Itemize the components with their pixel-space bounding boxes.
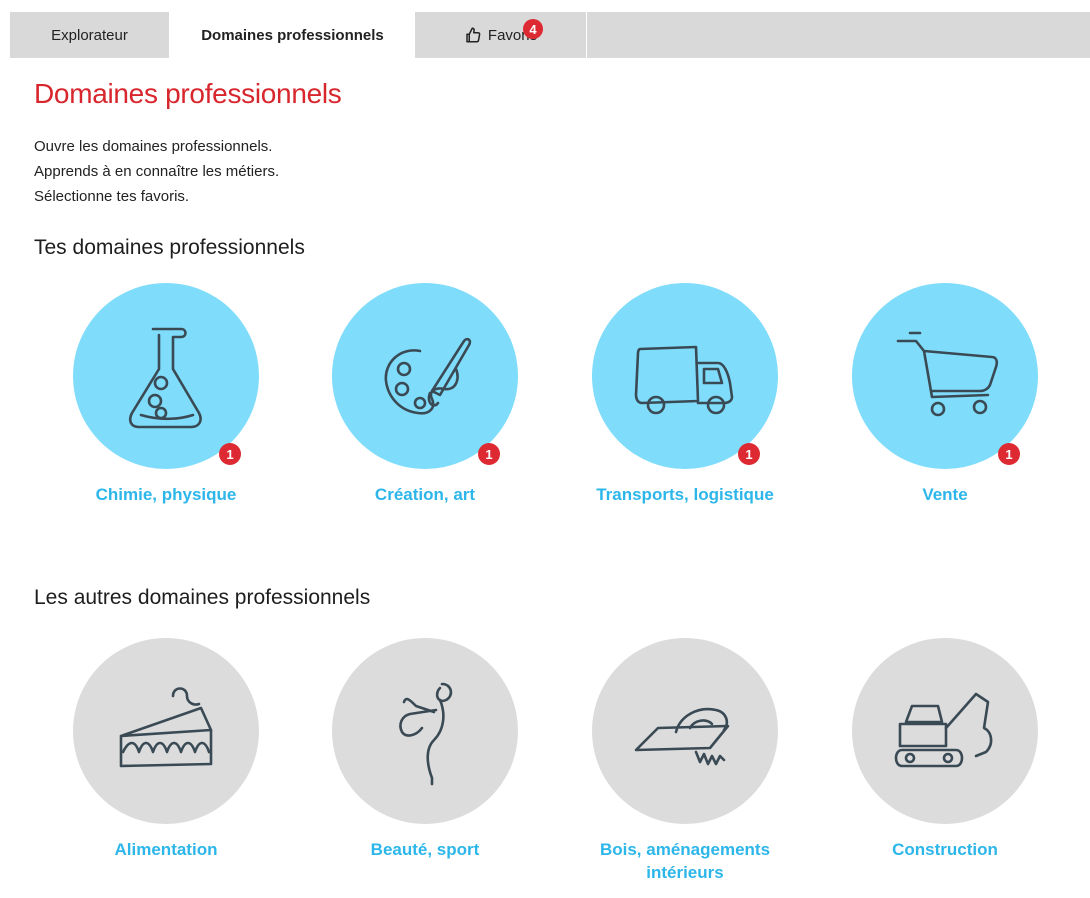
flask-icon [128,327,202,429]
favorite-count-badge: 1 [478,443,500,465]
domain-circle [73,638,259,824]
palette-icon [384,337,472,415]
truck-icon [634,345,734,415]
others-section-heading: Les autres domaines professionnels [34,586,371,609]
tab-explorer-label: Explorateur [51,26,128,44]
page-title: Domaines professionnels [34,78,342,109]
domain-card-creation-art[interactable]: 1 Création, art [320,283,530,506]
domain-label: Création, art [374,485,476,504]
thumbs-up-icon [464,26,482,44]
favorite-count-badge: 1 [998,443,1020,465]
domain-card-bois-amenagements-interieurs[interactable]: Bois, aménagements intérieurs [580,638,790,884]
favorites-section-heading: Tes domaines professionnels [34,236,305,259]
domain-label: Vente [922,485,968,504]
domain-card-vente[interactable]: 1 Vente [840,283,1050,506]
domain-label: Transports, logistique [596,485,774,504]
cart-icon [896,331,999,417]
tab-bar-filler [587,12,1090,58]
domain-label: Beauté, sport [370,840,480,859]
domain-card-transports-logistique[interactable]: 1 Transports, logistique [580,283,790,506]
favorite-count-badge: 1 [219,443,241,465]
intro-line-3: Sélectionne tes favoris. [34,188,190,205]
domain-circle [852,638,1038,824]
tab-domaines-professionnels[interactable]: Domaines professionnels [170,12,415,58]
tab-domains-label: Domaines professionnels [201,26,384,44]
saw-icon [634,707,730,766]
dancer-icon [399,682,453,786]
domain-circle: 1 [592,283,778,469]
favorites-grid: 1 Chimie, physique 1 Création, art 1 Tra… [0,283,1090,543]
domain-circle: 1 [852,283,1038,469]
domain-label: Chimie, physique [95,485,237,504]
others-grid: Alimentation Beauté, sport Bois, aménage… [0,638,1090,898]
tab-bar: Explorateur Domaines professionnels Favo… [10,12,1090,58]
domain-card-construction[interactable]: Construction [840,638,1050,861]
cake-icon [119,687,213,768]
intro-text: Ouvre les domaines professionnels. Appre… [34,134,279,209]
excavator-icon [894,692,993,768]
domain-label: Alimentation [114,840,218,859]
tab-explorer[interactable]: Explorateur [10,12,170,58]
domain-label: Construction [892,840,998,859]
intro-line-2: Apprends à en connaître les métiers. [34,163,280,180]
domain-circle: 1 [332,283,518,469]
domain-label: Bois, aménagements intérieurs [599,840,771,882]
favoris-count-badge: 4 [523,19,543,39]
tab-favoris[interactable]: Favoris 4 [415,12,587,58]
intro-line-1: Ouvre les domaines professionnels. [34,138,273,155]
domain-card-beaute-sport[interactable]: Beauté, sport [320,638,530,861]
domain-circle: 1 [73,283,259,469]
domain-circle [592,638,778,824]
domain-card-chimie-physique[interactable]: 1 Chimie, physique [61,283,271,506]
favorite-count-badge: 1 [738,443,760,465]
domain-circle [332,638,518,824]
domain-card-alimentation[interactable]: Alimentation [61,638,271,861]
